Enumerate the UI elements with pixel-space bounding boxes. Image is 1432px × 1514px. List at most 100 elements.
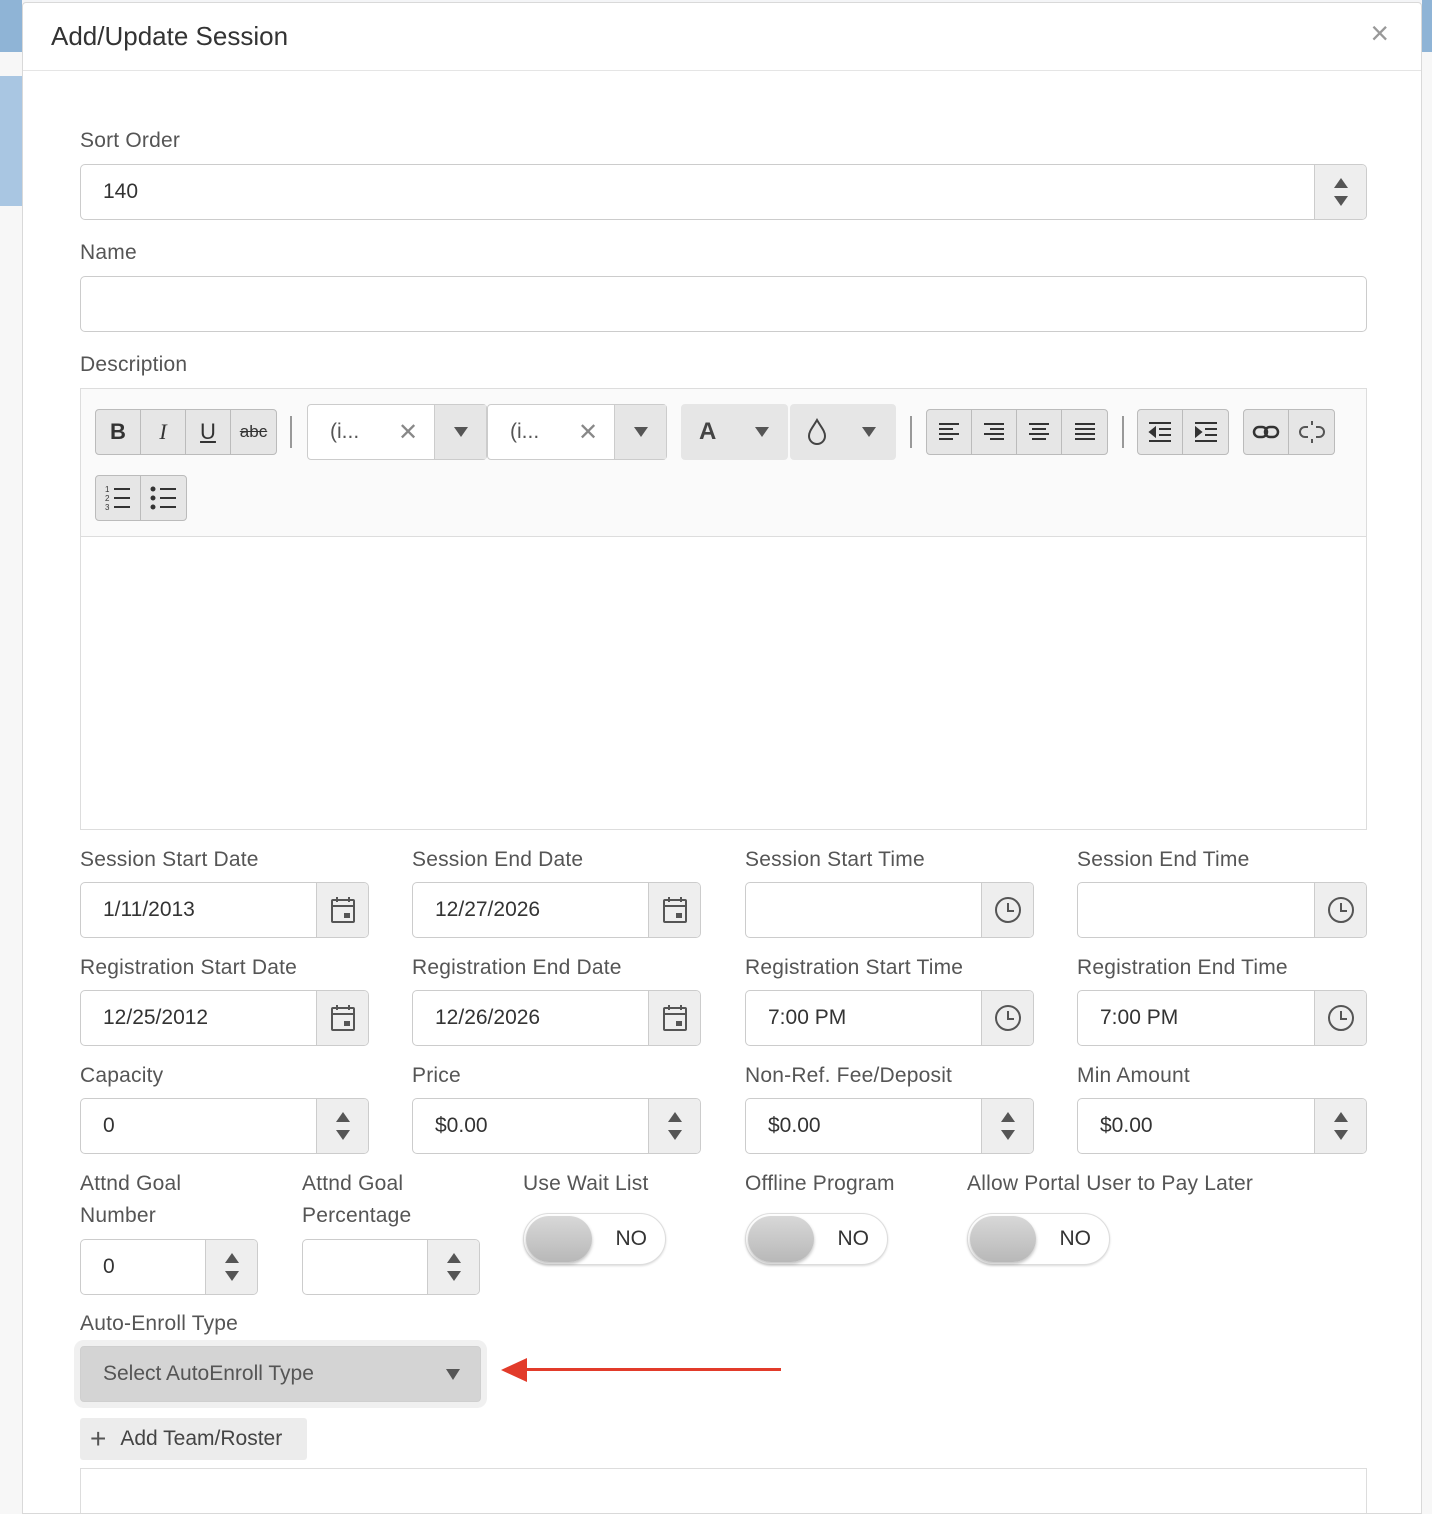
price-label: Price xyxy=(412,1064,461,1087)
step-down-icon[interactable] xyxy=(667,1130,682,1140)
step-up-icon[interactable] xyxy=(335,1112,350,1122)
background-page-right xyxy=(1422,0,1432,1514)
offline-program-label: Offline Program xyxy=(745,1172,895,1195)
use-wait-list-toggle[interactable]: NO xyxy=(523,1213,666,1265)
step-down-icon[interactable] xyxy=(1333,196,1348,206)
registration-start-time-input[interactable]: 7:00 PM xyxy=(745,990,1034,1046)
font-family-value: (i... xyxy=(330,420,360,443)
attnd-goal-number-label-line1: Attnd Goal xyxy=(80,1172,182,1195)
clear-font-size-icon[interactable]: ✕ xyxy=(578,418,598,447)
font-size-select[interactable]: (i... ✕ xyxy=(487,404,667,460)
auto-enroll-select[interactable]: Select AutoEnroll Type xyxy=(80,1346,481,1402)
non-ref-fee-stepper[interactable] xyxy=(981,1099,1033,1153)
step-up-icon[interactable] xyxy=(224,1253,239,1263)
calendar-icon[interactable] xyxy=(316,991,368,1045)
svg-text:1: 1 xyxy=(105,485,110,494)
ordered-list-icon[interactable]: 123 xyxy=(96,476,141,520)
non-ref-fee-input[interactable]: $0.00 xyxy=(745,1098,1034,1154)
clock-icon[interactable] xyxy=(981,991,1033,1045)
registration-start-date-label: Registration Start Date xyxy=(80,956,298,979)
indent-icon[interactable] xyxy=(1183,410,1228,454)
step-up-icon[interactable] xyxy=(446,1253,461,1263)
toggle-knob xyxy=(526,1216,592,1262)
step-down-icon[interactable] xyxy=(1333,1130,1348,1140)
font-family-select[interactable]: (i... ✕ xyxy=(307,404,487,460)
session-start-date-input[interactable]: 1/11/2013 xyxy=(80,882,369,938)
calendar-icon[interactable] xyxy=(648,991,700,1045)
alignment-group xyxy=(926,409,1108,455)
align-right-icon[interactable] xyxy=(972,410,1017,454)
step-down-icon[interactable] xyxy=(1000,1130,1015,1140)
underline-icon[interactable]: U xyxy=(186,410,231,454)
registration-start-date-input[interactable]: 12/25/2012 xyxy=(80,990,369,1046)
toolbar-separator xyxy=(910,416,912,448)
attnd-goal-number-stepper[interactable] xyxy=(205,1240,257,1294)
sort-order-value: 140 xyxy=(103,180,139,203)
link-icon[interactable] xyxy=(1244,410,1289,454)
modal-header: Add/Update Session × xyxy=(23,3,1421,71)
text-color-picker[interactable]: A xyxy=(681,404,788,460)
description-label: Description xyxy=(80,353,188,376)
unlink-icon[interactable] xyxy=(1289,410,1334,454)
attnd-goal-percentage-label-line1: Attnd Goal xyxy=(302,1172,404,1195)
calendar-icon[interactable] xyxy=(648,883,700,937)
italic-icon[interactable]: I xyxy=(141,410,186,454)
bold-icon[interactable]: B xyxy=(96,410,141,454)
close-icon[interactable]: × xyxy=(1370,17,1389,49)
registration-end-time-value: 7:00 PM xyxy=(1100,1006,1179,1029)
name-input[interactable] xyxy=(80,276,1367,332)
session-start-time-label: Session Start Time xyxy=(745,848,925,871)
capacity-stepper[interactable] xyxy=(316,1099,368,1153)
clock-icon[interactable] xyxy=(1314,883,1366,937)
offline-program-state: NO xyxy=(837,1227,870,1250)
step-up-icon[interactable] xyxy=(1333,178,1348,188)
attnd-goal-number-input[interactable]: 0 xyxy=(80,1239,258,1295)
chevron-down-icon[interactable] xyxy=(434,405,486,459)
pay-later-toggle[interactable]: NO xyxy=(967,1213,1110,1265)
sort-order-stepper[interactable] xyxy=(1314,165,1366,219)
step-down-icon[interactable] xyxy=(446,1271,461,1281)
clear-font-family-icon[interactable]: ✕ xyxy=(398,418,418,447)
session-end-date-value: 12/27/2026 xyxy=(435,898,541,921)
unordered-list-icon[interactable] xyxy=(141,476,186,520)
description-content-area[interactable] xyxy=(81,537,1366,829)
chevron-down-icon xyxy=(862,427,876,437)
auto-enroll-label: Auto-Enroll Type xyxy=(80,1312,239,1335)
clock-icon[interactable] xyxy=(981,883,1033,937)
attnd-goal-percentage-input[interactable] xyxy=(302,1239,480,1295)
registration-end-date-input[interactable]: 12/26/2026 xyxy=(412,990,701,1046)
align-center-icon[interactable] xyxy=(1017,410,1062,454)
registration-end-time-input[interactable]: 7:00 PM xyxy=(1077,990,1367,1046)
clock-icon[interactable] xyxy=(1314,991,1366,1045)
strikethrough-icon[interactable]: abc xyxy=(231,410,276,454)
session-end-time-input[interactable] xyxy=(1077,882,1367,938)
capacity-input[interactable]: 0 xyxy=(80,1098,369,1154)
offline-program-toggle[interactable]: NO xyxy=(745,1213,888,1265)
min-amount-input[interactable]: $0.00 xyxy=(1077,1098,1367,1154)
step-down-icon[interactable] xyxy=(335,1130,350,1140)
step-up-icon[interactable] xyxy=(1333,1112,1348,1122)
price-stepper[interactable] xyxy=(648,1099,700,1153)
attnd-goal-percentage-stepper[interactable] xyxy=(427,1240,479,1294)
registration-end-date-value: 12/26/2026 xyxy=(435,1006,541,1029)
name-field[interactable] xyxy=(81,277,1366,331)
min-amount-stepper[interactable] xyxy=(1314,1099,1366,1153)
highlight-color-picker[interactable] xyxy=(790,404,896,460)
step-up-icon[interactable] xyxy=(667,1112,682,1122)
registration-start-time-value: 7:00 PM xyxy=(768,1006,847,1029)
sort-order-input[interactable]: 140 xyxy=(80,164,1367,220)
annotation-arrow-line xyxy=(523,1368,781,1371)
step-up-icon[interactable] xyxy=(1000,1112,1015,1122)
justify-icon[interactable] xyxy=(1062,410,1107,454)
price-input[interactable]: $0.00 xyxy=(412,1098,701,1154)
session-end-date-input[interactable]: 12/27/2026 xyxy=(412,882,701,938)
registration-start-time-label: Registration Start Time xyxy=(745,956,964,979)
align-left-icon[interactable] xyxy=(927,410,972,454)
step-down-icon[interactable] xyxy=(224,1271,239,1281)
add-team-roster-button[interactable]: + Add Team/Roster xyxy=(80,1418,307,1460)
calendar-icon[interactable] xyxy=(316,883,368,937)
non-ref-fee-value: $0.00 xyxy=(768,1114,821,1137)
chevron-down-icon[interactable] xyxy=(614,405,666,459)
session-start-time-input[interactable] xyxy=(745,882,1034,938)
outdent-icon[interactable] xyxy=(1138,410,1183,454)
